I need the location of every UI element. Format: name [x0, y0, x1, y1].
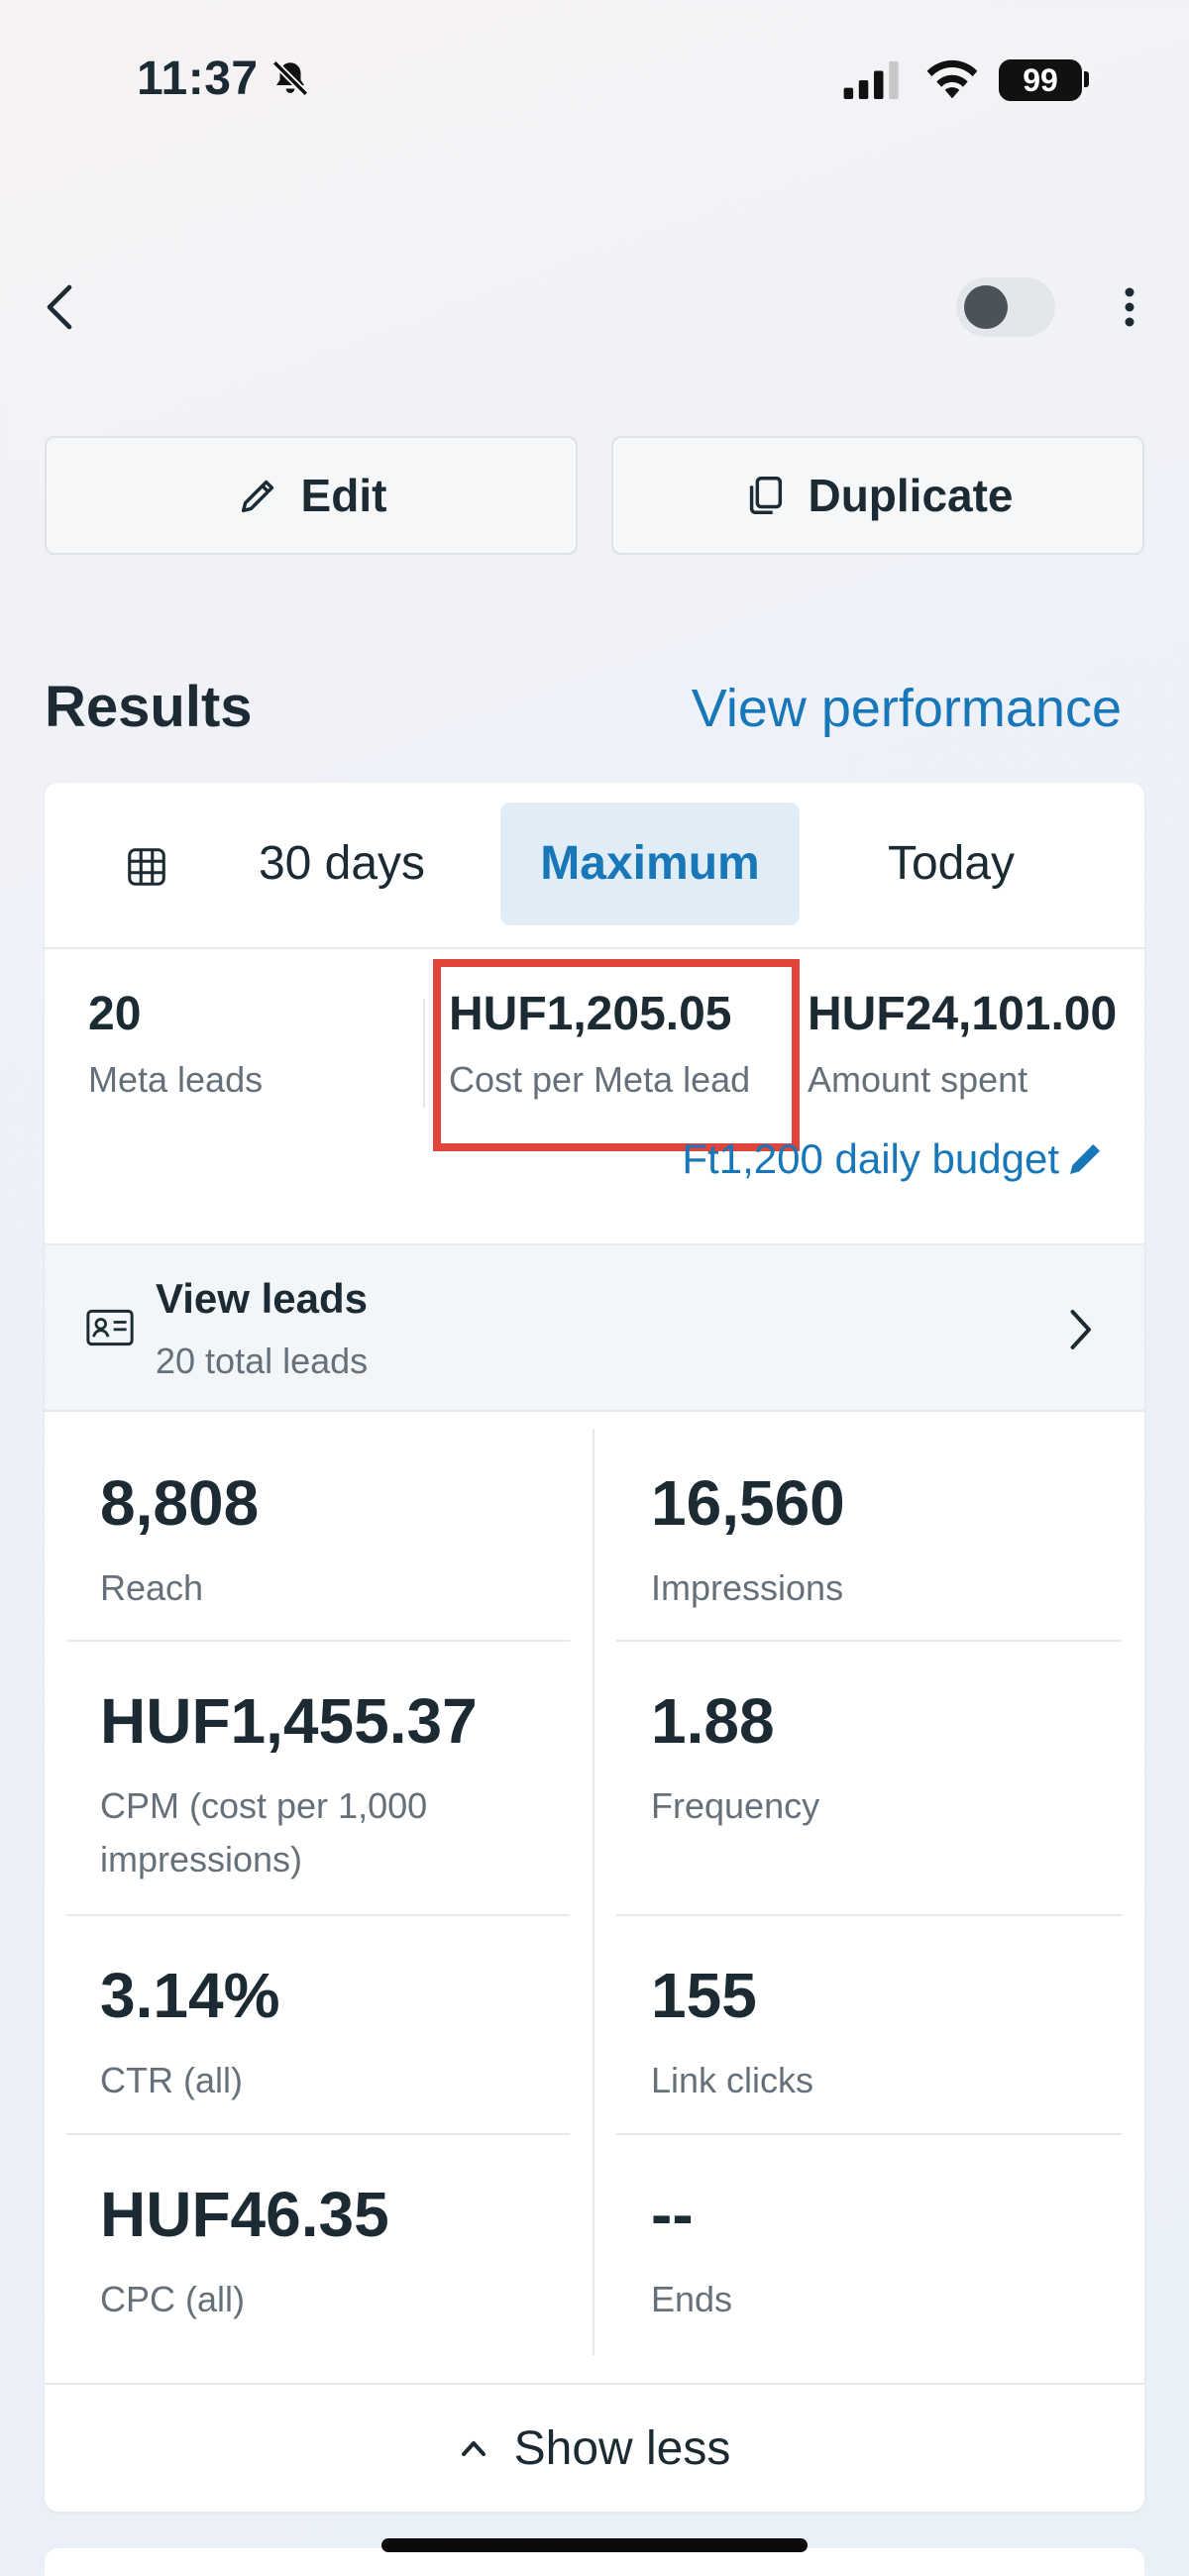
chevron-right-icon: [1070, 1310, 1091, 1349]
row-divider: [66, 1914, 570, 1916]
duplicate-label: Duplicate: [808, 470, 1014, 521]
metric-label: CPC (all): [100, 2279, 246, 2319]
metric-ctr: 3.14% CTR (all): [100, 1959, 566, 2107]
metric-value: HUF1,455.37: [100, 1685, 478, 1757]
metric-frequency: 1.88 Frequency: [651, 1684, 1117, 1833]
metric-value: 8,808: [100, 1467, 260, 1539]
metric-cpm: HUF1,455.37 CPM (cost per 1,000 impressi…: [100, 1684, 566, 1886]
row-divider: [616, 1914, 1122, 1916]
row-divider: [66, 1640, 570, 1642]
wifi-icon: [926, 59, 978, 99]
summary-value: HUF24,101.00: [808, 988, 1118, 1040]
battery-indicator: 99: [999, 59, 1082, 101]
row-divider: [616, 1640, 1122, 1642]
more-options-icon[interactable]: [1110, 282, 1149, 332]
tab-maximum[interactable]: Maximum: [500, 803, 800, 925]
home-indicator[interactable]: [381, 2538, 808, 2552]
show-less-label: Show less: [513, 2421, 731, 2475]
summary-amount-spent: HUF24,101.00 Amount spent: [808, 987, 1117, 1101]
metric-label: Link clicks: [651, 2060, 814, 2100]
metric-value: 16,560: [651, 1467, 845, 1539]
summary-label: Amount spent: [808, 1059, 1028, 1100]
metric-label: Frequency: [651, 1785, 820, 1826]
toggle-knob: [964, 285, 1008, 329]
tab-today[interactable]: Today: [837, 803, 1065, 925]
metric-value: --: [651, 2179, 694, 2250]
cell-signal-icon: [843, 61, 899, 99]
status-time: 11:37: [137, 53, 259, 105]
metric-label: CPM (cost per 1,000 impressions): [100, 1785, 428, 1879]
chevron-up-icon: [461, 2441, 486, 2456]
row-divider: [66, 2133, 570, 2135]
show-less-button[interactable]: Show less: [45, 2383, 1144, 2512]
campaign-toggle[interactable]: [956, 277, 1055, 337]
metrics-column-divider: [593, 1429, 594, 2355]
edit-label: Edit: [300, 470, 387, 521]
summary-label: Meta leads: [88, 1059, 264, 1100]
duplicate-icon: [750, 477, 783, 514]
metric-value: 3.14%: [100, 1960, 280, 2031]
view-performance-link[interactable]: View performance: [692, 678, 1122, 739]
daily-budget-text: Ft1,200 daily budget: [682, 1135, 1059, 1182]
metric-label: Ends: [651, 2279, 733, 2319]
results-card: 30 days Maximum Today 20 Meta leads HUF1…: [45, 783, 1144, 2512]
edit-button[interactable]: Edit: [45, 436, 578, 555]
summary-divider: [423, 999, 425, 1108]
back-chevron-icon[interactable]: [40, 282, 79, 332]
metric-cpc: HUF46.35 CPC (all): [100, 2178, 566, 2326]
highlight-annotation-box: [433, 959, 800, 1151]
date-range-tabs: 30 days Maximum Today: [45, 783, 1144, 949]
metric-link-clicks: 155 Link clicks: [651, 1959, 1117, 2107]
metric-label: CTR (all): [100, 2060, 243, 2100]
metric-value: 1.88: [651, 1685, 775, 1757]
view-leads-row[interactable]: View leads 20 total leads: [45, 1243, 1144, 1412]
summary-row: 20 Meta leads HUF1,205.05 Cost per Meta …: [45, 949, 1144, 1238]
metric-value: HUF46.35: [100, 2179, 389, 2250]
results-title: Results: [45, 675, 253, 739]
pencil-icon: [241, 480, 273, 513]
daily-budget-link[interactable]: Ft1,200 daily budget: [682, 1135, 1105, 1183]
status-bar: 11:37 99: [0, 0, 1189, 159]
metric-impressions: 16,560 Impressions: [651, 1466, 1117, 1615]
tab-30-days[interactable]: 30 days: [228, 803, 456, 925]
duplicate-button[interactable]: Duplicate: [611, 436, 1144, 555]
summary-meta-leads: 20 Meta leads: [88, 987, 263, 1101]
metrics-grid: 8,808 Reach 16,560 Impressions HUF1,455.…: [45, 1417, 1144, 2358]
view-leads-title: View leads: [156, 1275, 369, 1322]
summary-value: 20: [88, 988, 142, 1040]
bell-off-icon: [271, 59, 309, 97]
calendar-table-icon[interactable]: [124, 844, 169, 890]
metric-label: Impressions: [651, 1567, 844, 1608]
next-card-peek: [45, 2548, 1144, 2576]
metric-label: Reach: [100, 1567, 204, 1608]
view-leads-subtitle: 20 total leads: [156, 1341, 369, 1381]
pencil-filled-icon: [1070, 1144, 1100, 1174]
row-divider: [616, 2133, 1122, 2135]
metric-value: 155: [651, 1960, 757, 2031]
metric-ends: -- Ends: [651, 2178, 1117, 2326]
contact-card-icon: [86, 1309, 134, 1346]
metric-reach: 8,808 Reach: [100, 1466, 566, 1615]
battery-cap: [1084, 71, 1089, 87]
